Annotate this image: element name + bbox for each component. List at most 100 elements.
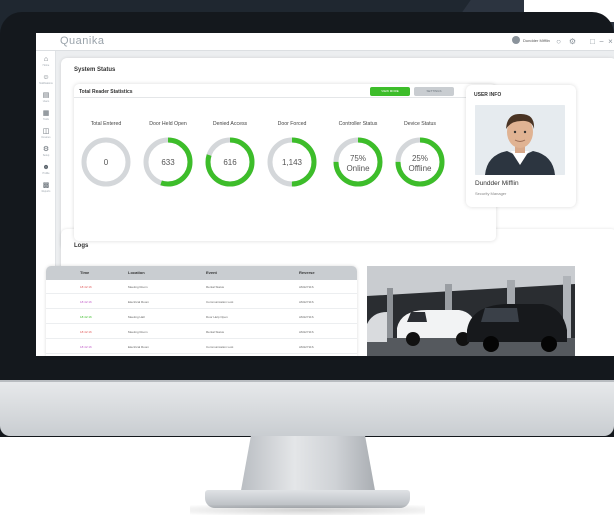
sidebar-item-tools[interactable]: ▦ Tools — [37, 109, 55, 125]
view-more-button[interactable]: VIEW MORE — [370, 87, 410, 96]
reader-statistics-panel: Total Reader Statistics VIEW MORE SETTIN… — [74, 84, 496, 241]
sidebar-item-users[interactable]: ▤ Users — [37, 91, 55, 107]
gauge-value-state: Offline — [409, 164, 433, 173]
stat-label-total-entered: Total Entered — [90, 121, 122, 127]
sidebar-item-label: Tools — [43, 118, 49, 121]
log-time: 18:42:16 — [80, 315, 92, 319]
window-icon[interactable]: □ — [588, 37, 597, 46]
monitor-stand-shadow — [190, 505, 425, 515]
settings-button[interactable]: SETTINGS — [414, 87, 454, 96]
table-row[interactable]: 18:42:16 Electrical Room Communication L… — [46, 295, 357, 309]
stat-label-controller-status: Controller Status — [338, 121, 378, 127]
settings-label: SETTINGS — [426, 89, 442, 93]
sidebar-item-profile[interactable]: ☻ Profile — [37, 163, 55, 179]
parking-garage-photo — [367, 266, 575, 356]
sidebar-item-label: Profile — [42, 172, 50, 175]
sidebar-item-label: Reports — [41, 190, 51, 193]
log-time: 18:42:16 — [80, 345, 92, 349]
log-time: 18:42:16 — [80, 330, 92, 334]
sidebar-item-setup[interactable]: ⚙ Setup — [37, 145, 55, 161]
report-icon: ▩ — [42, 182, 50, 189]
log-reverse: AM12711S — [299, 300, 314, 304]
sidebar-item-label: Notifications — [39, 82, 53, 85]
bell-icon[interactable]: ○ — [554, 37, 563, 46]
top-bar: Quanika Dundder Mifflin ○ ⚙ □ − × — [36, 33, 614, 51]
stat-label-door-forced: Door Forced — [277, 121, 307, 127]
system-status-title: System Status — [74, 67, 116, 73]
user-portrait-illustration — [475, 105, 565, 175]
stat-label-denied-access: Denied Access — [212, 121, 248, 127]
stats-divider — [74, 97, 496, 98]
home-icon: ⌂ — [43, 56, 49, 63]
sidebar-item-label: Setup — [42, 154, 50, 157]
user-menu-name: Dundder Mifflin — [523, 37, 550, 43]
log-reverse: AM12711S — [299, 330, 314, 334]
gauge-value-percent: 75% — [350, 154, 366, 163]
gauge-controller-status: 75% Online — [333, 137, 383, 187]
gauge-value: 0 — [104, 158, 109, 167]
user-icon: ☻ — [42, 164, 50, 171]
log-location: Electrical Room — [128, 300, 150, 304]
user-role: Security Manager — [475, 191, 507, 196]
logs-table: Time Location Event Reverse 18:42:16 Mee… — [46, 266, 357, 356]
gauge-value: 1,143 — [282, 158, 303, 167]
column-header-reverse[interactable]: Reverse — [299, 270, 315, 275]
column-header-time[interactable]: Time — [80, 270, 89, 275]
sidebar-item-label: Devices — [41, 136, 51, 139]
table-row[interactable]: 18:42:16 Meeting Hall Door Help Open AM1… — [46, 310, 357, 324]
gauge-denied-access: 616 — [205, 137, 255, 187]
log-reverse: AM12711S — [299, 345, 314, 349]
people-icon: ☺ — [42, 74, 50, 81]
log-reverse: AM12711S — [299, 285, 314, 289]
log-event: Communication Lost — [206, 345, 234, 349]
user-info-card: USER INFO Dundder Mifflin Security Manag… — [466, 85, 576, 207]
log-location: Meeting Room — [128, 330, 148, 334]
user-name: Dundder Mifflin — [475, 180, 519, 187]
app-logo[interactable]: Quanika — [60, 35, 104, 47]
column-header-location[interactable]: Location — [128, 270, 145, 275]
logs-title: Logs — [74, 243, 89, 249]
sidebar-item-notifications[interactable]: ☺ Notifications — [37, 73, 55, 89]
gear-icon[interactable]: ⚙ — [568, 37, 577, 46]
logs-table-header: Time Location Event Reverse — [46, 266, 357, 280]
log-event: Communication Lost — [206, 300, 234, 304]
gauge-door-forced: 1,143 — [267, 137, 317, 187]
gauge-value: 616 — [223, 158, 237, 167]
gauge-total-entered: 0 — [81, 137, 131, 187]
log-location: Electrical Room — [128, 345, 150, 349]
stat-gauges: 0 633 616 1,143 75% Online 25% Offline — [81, 137, 445, 187]
monitor-chin — [0, 380, 614, 436]
minimize-icon[interactable]: − — [597, 37, 606, 46]
table-row[interactable]: 18:42:16 Meeting Room Rental Status AM12… — [46, 325, 357, 339]
grid-icon: ▦ — [42, 110, 50, 117]
log-time: 18:42:16 — [80, 300, 92, 304]
sidebar-item-home[interactable]: ⌂ Home — [37, 55, 55, 71]
column-header-event[interactable]: Event — [206, 270, 217, 275]
user-photo — [475, 105, 565, 175]
log-reverse: AM12711S — [299, 315, 314, 319]
reader-statistics-title: Total Reader Statistics — [79, 89, 133, 95]
close-icon[interactable]: × — [606, 37, 614, 46]
log-event: Rental Status — [206, 285, 225, 289]
gauge-value-state: Online — [346, 164, 370, 173]
user-avatar-icon — [512, 36, 520, 44]
monitor-chin-edge — [0, 380, 614, 382]
log-time: 18:42:16 — [80, 285, 92, 289]
table-row[interactable]: 18:42:16 Meeting Room Rental Status AM12… — [46, 280, 357, 294]
monitor-stand-neck — [240, 436, 376, 496]
log-event: Rental Status — [206, 330, 225, 334]
sidebar-item-label: Home — [42, 64, 50, 67]
user-info-title: USER INFO — [474, 92, 502, 98]
sidebar-item-label: Users — [42, 100, 50, 103]
devices-icon: ◫ — [42, 128, 50, 135]
user-menu[interactable]: Dundder Mifflin — [512, 36, 550, 44]
stat-label-door-held-open: Door Held Open — [149, 121, 187, 127]
gauge-value-percent: 25% — [412, 154, 428, 163]
log-event: Door Help Open — [206, 315, 228, 319]
parking-garage-illustration — [367, 266, 575, 356]
stat-labels: Total Entered Door Held Open Denied Acce… — [74, 121, 496, 129]
sidebar-item-reports[interactable]: ▩ Reports — [37, 181, 55, 197]
sidebar-item-devices[interactable]: ◫ Devices — [37, 127, 55, 143]
table-row[interactable]: 18:42:16 Electrical Room Communication L… — [46, 340, 357, 354]
gauge-door-held-open: 633 — [143, 137, 193, 187]
